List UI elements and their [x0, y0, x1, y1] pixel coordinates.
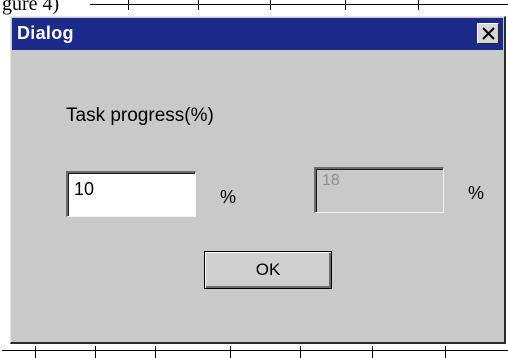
progress-input[interactable]: 10	[66, 171, 196, 217]
background-tick	[445, 346, 446, 358]
background-tick	[270, 0, 271, 10]
task-progress-label: Task progress(%)	[66, 105, 214, 126]
dialog-window: Dialog Task progress(%) 10 % 18 % OK	[10, 16, 506, 344]
progress-input-value: 10	[74, 179, 95, 199]
background-tick	[300, 346, 301, 358]
background-tick	[418, 0, 419, 10]
background-caption: gure 4)	[2, 0, 60, 15]
dialog-title: Dialog	[17, 23, 74, 43]
readonly-progress-field: 18	[314, 167, 444, 213]
progress-unit-label: %	[220, 187, 237, 207]
background-table-line	[2, 350, 508, 351]
dialog-titlebar[interactable]: Dialog	[12, 18, 503, 50]
background-tick	[128, 0, 129, 10]
close-x-icon	[482, 27, 495, 40]
ok-button[interactable]: OK	[204, 251, 332, 289]
readonly-progress-value: 18	[322, 172, 340, 189]
background-tick	[230, 346, 231, 358]
background-tick	[198, 0, 199, 10]
background-tick	[95, 346, 96, 358]
close-button[interactable]	[477, 23, 499, 44]
background-tick	[345, 0, 346, 10]
background-tick	[372, 346, 373, 358]
background-table-line	[90, 4, 508, 5]
background-tick	[155, 346, 156, 358]
background-tick	[35, 346, 36, 358]
readonly-unit-label: %	[468, 183, 485, 203]
ok-button-label: OK	[255, 260, 281, 279]
